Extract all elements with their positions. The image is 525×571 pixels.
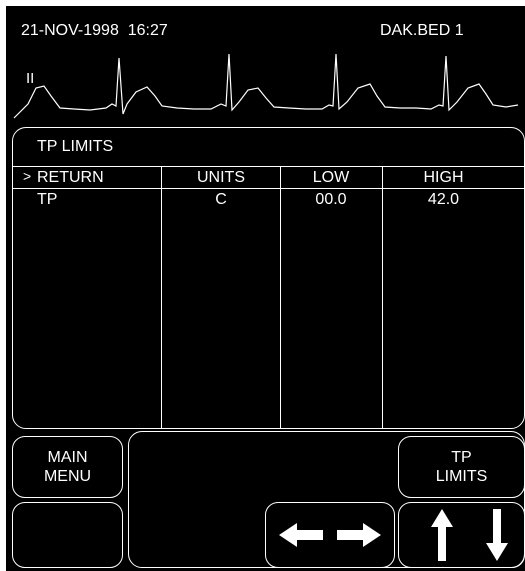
units-column-header: UNITS: [197, 169, 245, 186]
row-low-value: 00.0: [315, 191, 347, 208]
tp-limits-label-line2: LIMITS: [435, 468, 488, 485]
header-divider: [13, 188, 525, 189]
up-down-arrows-icon: [430, 509, 508, 561]
ecg-waveform: [13, 53, 519, 119]
tp-limits-button[interactable]: TP LIMITS: [398, 436, 525, 498]
row-parameter-name: TP: [37, 191, 58, 208]
selection-cursor: >: [23, 168, 32, 184]
row-high-value: 42.0: [427, 191, 460, 208]
panel-title: TP LIMITS: [37, 138, 114, 155]
high-column-header: HIGH: [423, 169, 464, 186]
up-down-arrow-button[interactable]: [398, 502, 525, 568]
row-units-value: C: [215, 191, 227, 208]
left-right-arrows-icon: [279, 523, 381, 547]
left-right-arrow-button[interactable]: [265, 502, 395, 568]
low-column-header: LOW: [312, 169, 350, 186]
main-menu-button[interactable]: MAIN MENU: [12, 436, 123, 498]
blank-softkey-button[interactable]: [12, 502, 123, 568]
tp-limits-label-line1: TP: [451, 449, 472, 466]
title-divider: [13, 166, 525, 167]
main-menu-label-line1: MAIN: [47, 449, 88, 466]
return-option[interactable]: RETURN: [37, 169, 104, 187]
monitor-screen: 21-NOV-1998 16:27 DAK.BED 1 II TP LIMITS…: [6, 6, 525, 571]
main-menu-label-line2: MENU: [43, 468, 92, 485]
